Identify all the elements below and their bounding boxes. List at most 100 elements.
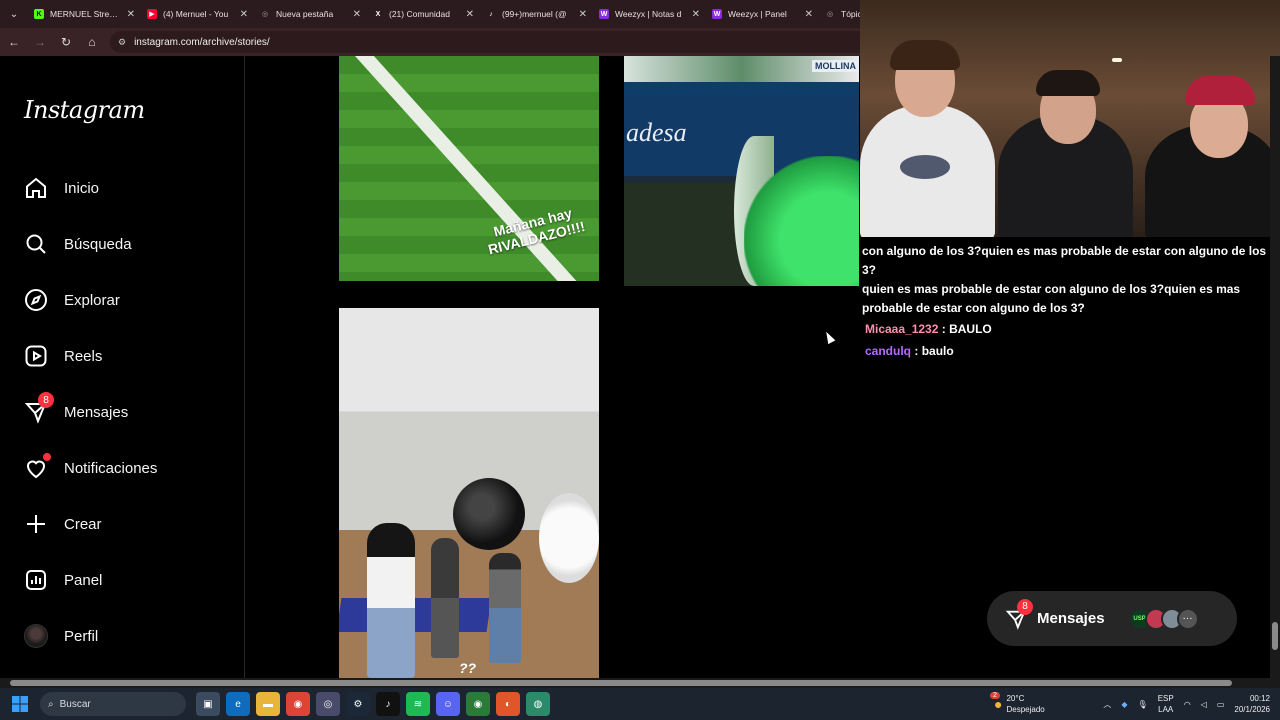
sidebar-item-mensajes[interactable]: 8 Mensajes — [24, 392, 128, 424]
sidebar-item-crear[interactable]: Crear — [24, 512, 102, 536]
site-settings-icon[interactable]: ⚙ — [118, 37, 126, 48]
notification-badge: 8 — [38, 392, 54, 408]
webcam-overlay — [860, 0, 1280, 237]
heart-icon-wrap — [24, 453, 51, 480]
lang-top: ESP — [1157, 694, 1174, 703]
browser-tab[interactable]: W Weezyx | Notas d ✕ — [593, 0, 706, 28]
story-thumbnail[interactable]: Mañana hay RIVALDAZO!!!! — [339, 56, 599, 281]
tab-title: Nueva pestaña — [276, 9, 334, 19]
weather-badge: 2 — [990, 692, 1000, 699]
language-indicator[interactable]: ESP LAA — [1158, 693, 1174, 715]
browser-tab[interactable]: K MERNUEL Stream ✕ — [28, 0, 141, 28]
task-view-icon[interactable]: ▣ — [196, 692, 220, 716]
browser-tab[interactable]: ◎ Nueva pestaña ✕ — [254, 0, 367, 28]
chat-message-text: probable de estar con alguno de los 3? — [862, 301, 1085, 315]
story-thumbnail[interactable]: MOLLINA adesa — [624, 56, 859, 286]
messages-floating-button[interactable]: 8 Mensajes USP ··· — [987, 591, 1237, 646]
sidebar-item-reels[interactable]: Reels — [24, 344, 102, 368]
close-icon[interactable]: ✕ — [805, 9, 813, 20]
weezyx-favicon-icon: W — [712, 9, 722, 19]
battery-icon[interactable]: ▭ — [1217, 700, 1225, 709]
sidebar-item-explorar[interactable]: Explorar — [24, 288, 120, 312]
weezyx-favicon-icon: W — [599, 9, 609, 19]
windows-logo-icon — [12, 696, 28, 712]
sidebar-item-label: Explorar — [64, 291, 120, 309]
vertical-scrollbar[interactable] — [1270, 56, 1280, 684]
instagram-logo[interactable]: Instagram — [24, 96, 145, 124]
tab-title: MERNUEL Stream — [50, 9, 121, 19]
browser-tab[interactable]: X (21) Comunidad ✕ — [367, 0, 480, 28]
discord-icon[interactable]: ☺ — [436, 692, 460, 716]
reels-icon — [25, 345, 47, 367]
mic-icon[interactable]: 🎙 — [1138, 700, 1148, 709]
volume-icon[interactable]: ◁ — [1201, 700, 1207, 709]
softbox-light — [453, 478, 525, 550]
steam-icon[interactable]: ⚙ — [346, 692, 370, 716]
close-icon[interactable]: ✕ — [579, 9, 587, 20]
chat-spacer — [862, 228, 1280, 242]
horizontal-scrollbar[interactable] — [0, 678, 1280, 688]
compass-icon — [25, 289, 47, 311]
notification-dot — [43, 453, 51, 461]
network-app-icon[interactable]: ◆ — [1121, 700, 1127, 709]
folder-icon[interactable]: ▬ — [256, 692, 280, 716]
reload-icon[interactable]: ↻ — [58, 34, 74, 50]
back-arrow-icon[interactable]: ← — [6, 34, 22, 50]
sidebar-item-perfil[interactable]: Perfil — [24, 624, 98, 648]
sidebar-item-panel[interactable]: Panel — [24, 568, 102, 592]
kick-favicon-icon: K — [34, 9, 44, 19]
close-icon[interactable]: ✕ — [353, 9, 361, 20]
sidebar-item-label: Notificaciones — [64, 459, 158, 477]
globe-icon[interactable]: ◍ — [526, 692, 550, 716]
weather-widget[interactable]: ● 2 20°C Despejado — [990, 688, 1045, 720]
chrome-favicon-icon: ◎ — [261, 11, 269, 18]
home-icon[interactable]: ⌂ — [84, 34, 100, 50]
green-light — [744, 156, 859, 286]
chat-entry: Micaaa_1232 : BAULO — [865, 322, 992, 336]
scrollbar-thumb[interactable] — [1272, 622, 1278, 650]
close-icon[interactable]: ✕ — [466, 9, 474, 20]
wifi-icon[interactable]: ◠ — [1184, 700, 1191, 709]
url-text: instagram.com/archive/stories/ — [134, 36, 270, 48]
close-icon[interactable]: ✕ — [240, 9, 248, 20]
x-favicon-icon: X — [375, 10, 381, 18]
avatar — [24, 624, 48, 648]
sidebar-item-busqueda[interactable]: Búsqueda — [24, 232, 132, 256]
streamer-cap — [1185, 75, 1255, 105]
browser-icon[interactable]: ◐ — [496, 692, 520, 716]
chrome-icon[interactable]: ◉ — [286, 692, 310, 716]
browser-tab[interactable]: ▶ (4) Mernuel - You ✕ — [141, 0, 254, 28]
close-icon[interactable]: ✕ — [127, 9, 135, 20]
tiktok-icon[interactable]: ♪ — [376, 692, 400, 716]
sidebar-item-notificaciones[interactable]: Notificaciones — [24, 453, 158, 480]
spotify-icon[interactable]: ≋ — [406, 692, 430, 716]
clock-date: 20/1/2026 — [1234, 705, 1270, 714]
sidebar-item-label: Panel — [64, 571, 103, 589]
tab-title: (21) Comunidad — [389, 9, 450, 19]
more-icon[interactable]: ··· — [1176, 607, 1199, 630]
forward-arrow-icon[interactable]: → — [32, 34, 48, 50]
browser-tab[interactable]: ♪ (99+)mernuel (@ ✕ — [480, 0, 593, 28]
story-caption: ?? — [459, 660, 477, 676]
sidebar-item-inicio[interactable]: Inicio — [24, 176, 99, 200]
chevron-up-icon[interactable]: ︿ — [1103, 699, 1111, 710]
close-icon[interactable]: ✕ — [692, 9, 700, 20]
obs-icon[interactable]: ◎ — [316, 692, 340, 716]
browser-tab[interactable]: W Weezyx | Panel ✕ — [706, 0, 819, 28]
ceiling-lamp — [1112, 58, 1122, 62]
taskbar-search[interactable]: ⌕ Buscar — [40, 692, 186, 716]
chrome-profile-icon[interactable]: ◉ — [466, 692, 490, 716]
story-thumbnail[interactable]: ?? — [339, 308, 599, 678]
edge-icon[interactable]: e — [226, 692, 250, 716]
search-placeholder: Buscar — [59, 698, 91, 710]
scrollbar-thumb[interactable] — [10, 680, 1232, 686]
tab-search-menu[interactable]: ⌄ — [0, 0, 28, 28]
search-icon: ⌕ — [48, 698, 54, 710]
weather-text: 20°C Despejado — [1006, 693, 1044, 715]
system-tray: ︿ ◆ 🎙 ESP LAA ◠ ◁ ▭ 00:12 20/1/2026 — [1103, 688, 1280, 720]
chat-text: baulo — [921, 344, 954, 358]
clock[interactable]: 00:12 20/1/2026 — [1234, 693, 1270, 715]
sidebar-item-label: Reels — [64, 347, 103, 365]
start-button[interactable] — [0, 688, 40, 720]
address-bar[interactable]: ⚙ instagram.com/archive/stories/ — [110, 31, 870, 53]
